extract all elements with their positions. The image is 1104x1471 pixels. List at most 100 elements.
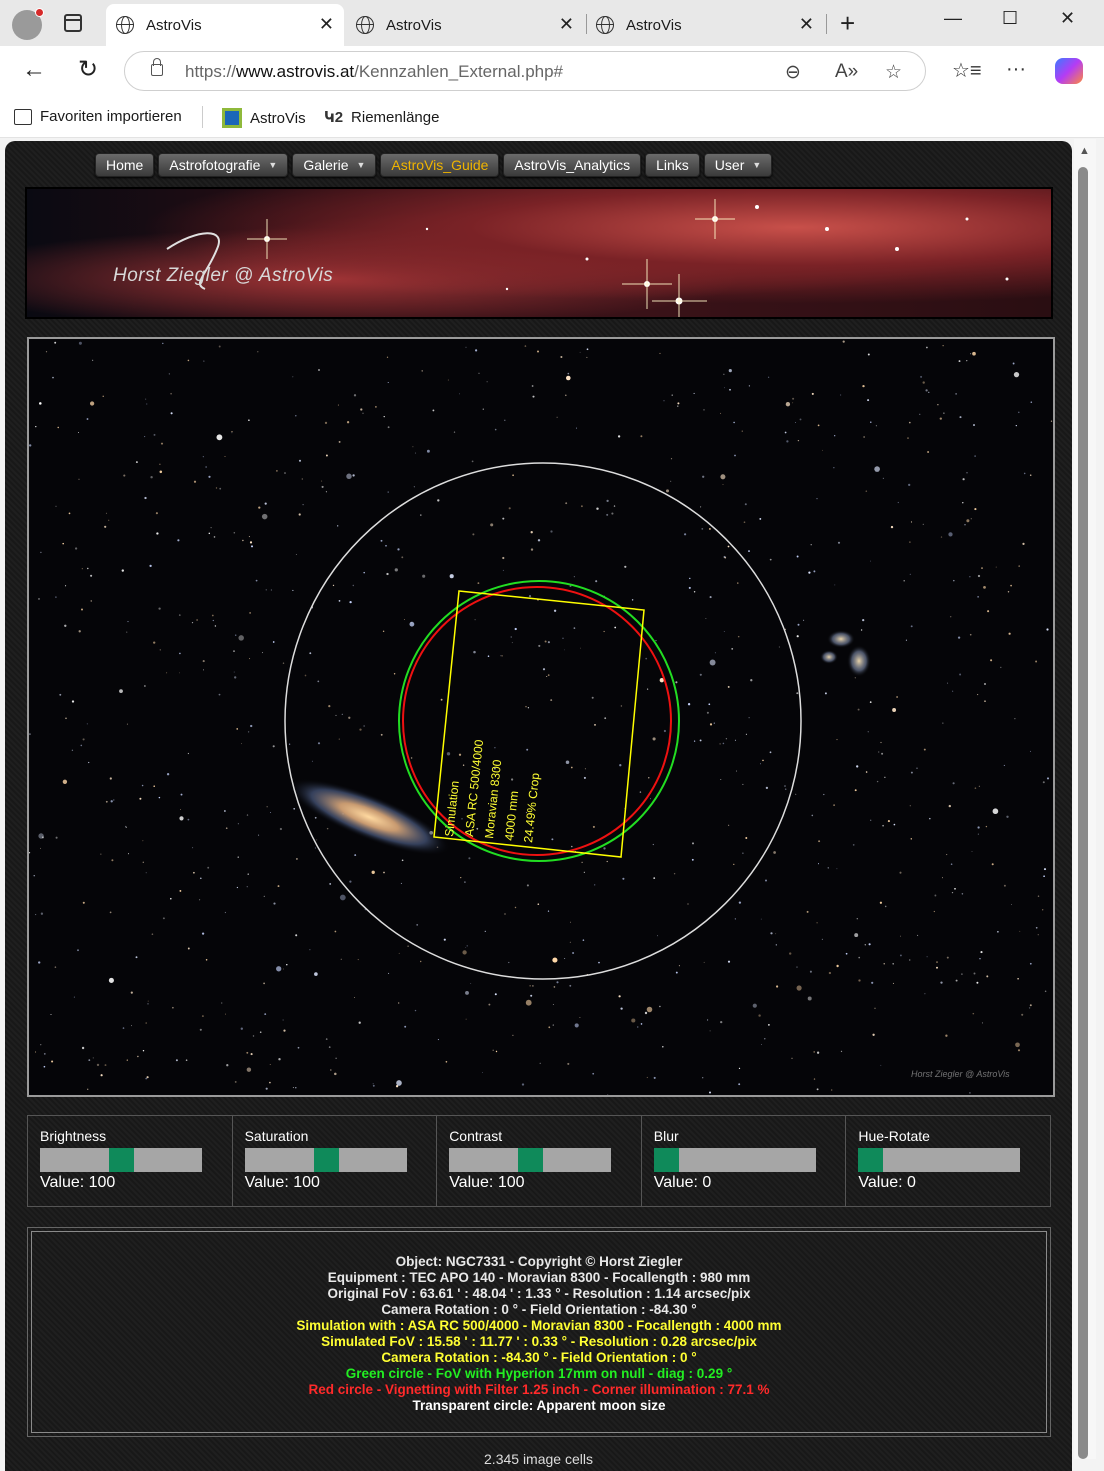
overlay-line: Moravian 8300 <box>482 759 504 840</box>
info-red-circle-line: Red circle - Vignetting with Filter 1.25… <box>308 1382 770 1397</box>
banner-stars <box>166 199 1009 317</box>
slider-knob[interactable] <box>518 1148 544 1172</box>
nav-label: AstroVis_Guide <box>391 157 489 173</box>
control-value: Value: 100 <box>449 1174 525 1191</box>
green-fov-circle <box>398 580 680 862</box>
image-adjustment-controls: Brightness Value: 100 Saturation Value: … <box>27 1115 1051 1207</box>
hue-rotate-control: Hue-Rotate Value: 0 <box>846 1116 1050 1206</box>
brightness-control: Brightness Value: 100 <box>28 1116 233 1206</box>
info-moon-circle-line: Transparent circle: Apparent moon size <box>412 1398 666 1413</box>
info-simulation-line: Simulation with : ASA RC 500/4000 - Mora… <box>296 1318 782 1333</box>
contrast-slider[interactable] <box>449 1148 612 1172</box>
control-label: Contrast <box>449 1128 503 1144</box>
blur-control: Blur Value: 0 <box>642 1116 847 1206</box>
nav-label: Links <box>656 157 689 173</box>
nav-label: Home <box>106 157 144 173</box>
nav-links[interactable]: Links <box>645 153 700 177</box>
import-icon <box>14 108 32 125</box>
close-tab-icon[interactable]: ✕ <box>319 14 334 35</box>
info-panel: Object: NGC7331 - Copyright © Horst Zieg… <box>27 1227 1051 1437</box>
favorites-separator <box>202 106 203 128</box>
globe-icon <box>356 16 374 34</box>
control-value: Value: 0 <box>858 1174 916 1191</box>
new-tab-icon[interactable]: + <box>840 8 855 39</box>
star-field-image[interactable]: Simulation ASA RC 500/4000 Moravian 8300… <box>27 337 1055 1097</box>
address-bar: ← ↻ https://www.astrovis.at/Kennzahlen_E… <box>0 46 1104 96</box>
overlay-line: 4000 mm <box>502 790 521 841</box>
minimize-icon[interactable]: — <box>944 8 962 29</box>
zoom-icon[interactable]: ⊖ <box>785 61 801 84</box>
brightness-slider[interactable] <box>40 1148 202 1172</box>
favorite-riemenlaenge[interactable]: Կ2 Riemenlänge <box>324 108 440 127</box>
ruler-icon: Կ2 <box>324 109 344 126</box>
maximize-icon[interactable]: ☐ <box>1002 8 1018 29</box>
blur-slider[interactable] <box>653 1148 816 1172</box>
control-value: Value: 100 <box>244 1174 320 1191</box>
nav-home[interactable]: Home <box>95 153 155 177</box>
saturation-control: Saturation Value: 100 <box>233 1116 438 1206</box>
favorite-label: Riemenlänge <box>351 108 440 126</box>
control-label: Brightness <box>40 1128 107 1144</box>
tab-astrovis-1[interactable]: AstroVis ✕ <box>106 4 344 46</box>
favorite-label: Favoriten importieren <box>40 108 182 125</box>
nav-label: AstroVis_Analytics <box>514 157 631 173</box>
favorite-astrovis[interactable]: AstroVis <box>222 108 306 128</box>
slider-knob[interactable] <box>313 1148 339 1172</box>
tab-actions-icon[interactable] <box>64 14 82 32</box>
profile-avatar[interactable] <box>12 8 44 40</box>
read-aloud-icon[interactable]: A» <box>835 61 858 83</box>
nav-astrofotografie[interactable]: Astrofotografie ▼ <box>158 153 289 177</box>
slider-knob[interactable] <box>109 1148 134 1172</box>
url-text: https://www.astrovis.at/Kennzahlen_Exter… <box>185 62 564 81</box>
tab-title: AstroVis <box>146 16 202 34</box>
notification-dot <box>35 8 44 17</box>
close-tab-icon[interactable]: ✕ <box>799 14 814 35</box>
favorite-import[interactable]: Favoriten importieren <box>14 108 182 125</box>
nav-user[interactable]: User ▼ <box>703 153 773 177</box>
slider-knob[interactable] <box>858 1148 884 1172</box>
hue-rotate-slider[interactable] <box>858 1148 1021 1172</box>
nav-galerie[interactable]: Galerie ▼ <box>292 153 377 177</box>
site-container: Home Astrofotografie ▼ Galerie ▼ AstroVis_… <box>5 141 1072 1471</box>
tab-astrovis-2[interactable]: AstroVis ✕ <box>346 4 584 46</box>
page-viewport: Home Astrofotografie ▼ Galerie ▼ AstroVis_… <box>0 139 1104 1471</box>
back-arrow-icon[interactable]: ← <box>22 56 46 84</box>
info-sim-rotation-line: Camera Rotation : -84.30 ° - Field Orien… <box>381 1350 697 1365</box>
favorite-label: AstroVis <box>250 109 306 127</box>
slider-knob[interactable] <box>653 1148 679 1172</box>
contrast-control: Contrast Value: 100 <box>437 1116 642 1206</box>
favorite-star-icon[interactable]: ☆ <box>885 61 902 84</box>
globe-icon <box>116 16 134 34</box>
nav-astrovis-guide[interactable]: AstroVis_Guide <box>380 153 500 177</box>
dropdown-arrow-icon: ▼ <box>356 160 366 170</box>
nav-astrovis-analytics[interactable]: AstroVis_Analytics <box>503 153 642 177</box>
scroll-up-arrow-icon[interactable]: ▲ <box>1079 145 1090 157</box>
nav-label: User <box>714 157 745 173</box>
star-field <box>29 340 1053 1095</box>
image-cells-count: 2.345 image cells <box>484 1451 593 1467</box>
saturation-slider[interactable] <box>244 1148 407 1172</box>
url-input[interactable]: https://www.astrovis.at/Kennzahlen_Exter… <box>124 51 926 91</box>
info-green-circle-line: Green circle - FoV with Hyperion 17mm on… <box>345 1366 733 1381</box>
info-equipment-line: Equipment : TEC APO 140 - Moravian 8300 … <box>327 1270 751 1285</box>
galaxy-ngc7331 <box>286 778 452 856</box>
scrollbar-thumb[interactable] <box>1078 167 1088 1459</box>
page-scrollbar[interactable]: ▲ <box>1074 139 1096 1459</box>
favorites-bar: Favoriten importieren AstroVis Կ2 Riemen… <box>0 96 1104 138</box>
close-window-icon[interactable]: ✕ <box>1060 8 1075 29</box>
more-menu-icon[interactable]: ··· <box>1006 58 1026 81</box>
info-original-fov-line: Original FoV : 63.61 ' : 48.04 ' : 1.33 … <box>327 1286 751 1301</box>
header-banner: Horst Ziegler @ AstroVis <box>25 187 1053 319</box>
info-object-line: Object: NGC7331 - Copyright © Horst Zieg… <box>395 1254 683 1269</box>
lock-icon <box>151 58 163 76</box>
close-tab-icon[interactable]: ✕ <box>559 14 574 35</box>
copilot-icon[interactable] <box>1055 58 1083 84</box>
reload-icon[interactable]: ↻ <box>78 55 98 84</box>
favorites-list-icon[interactable]: ☆≡ <box>952 58 982 83</box>
tab-bar: AstroVis ✕ AstroVis ✕ AstroVis ✕ + — ☐ ✕ <box>0 0 1104 46</box>
tab-title: AstroVis <box>626 16 682 34</box>
control-label: Saturation <box>244 1128 309 1144</box>
info-panel-inner: Object: NGC7331 - Copyright © Horst Zieg… <box>31 1231 1047 1433</box>
tab-astrovis-3[interactable]: AstroVis ✕ <box>586 4 824 46</box>
main-navigation: Home Astrofotografie ▼ Galerie ▼ AstroVis_… <box>95 153 773 177</box>
